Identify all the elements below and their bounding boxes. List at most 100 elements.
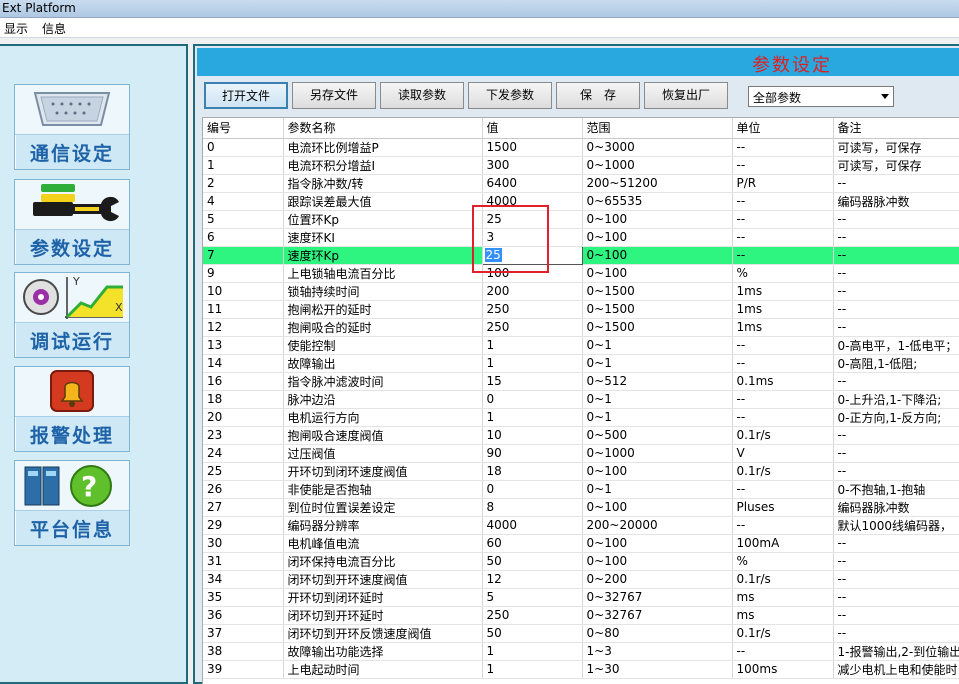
nav-platform-info[interactable]: ? 平台信息 [14,460,130,546]
cell-value[interactable]: 250 [482,318,583,337]
table-row[interactable]: 6 速度环KI 3 0~100 -- -- [203,228,959,247]
nav-param-settings[interactable]: 参数设定 [14,179,130,265]
col-header-unit[interactable]: 单位 [732,118,834,139]
col-header-value[interactable]: 值 [482,118,583,139]
cell-value[interactable]: 12 [482,570,583,589]
param-panel: 参数设定 打开文件 另存文件 读取参数 下发参数 保 存 恢复出厂 全部参数 编… [193,44,959,684]
cell-value[interactable]: 0 [482,390,583,409]
cell-value[interactable]: 90 [482,444,583,463]
cell-id: 37 [203,624,284,643]
cell-value[interactable]: 4000 [482,516,583,535]
cell-value[interactable]: 18 [482,462,583,481]
table-row[interactable]: 7 速度环Kp 25 0~100 -- -- [203,245,959,265]
table-row[interactable]: 34 闭环切到开环速度阀值 12 0~200 0.1r/s -- [203,570,959,589]
col-header-id[interactable]: 编号 [203,118,284,139]
cell-value[interactable]: 1 [482,354,583,373]
table-row[interactable]: 11 抱闸松开的延时 250 0~1500 1ms -- [203,300,959,319]
cell-note: -- [833,588,959,607]
table-row[interactable]: 39 上电起动时间 1 1~30 100ms 减少电机上电和使能时 [203,660,959,679]
cell-value[interactable]: 300 [482,156,583,175]
cell-name: 闭环切到开环反馈速度阀值 [283,624,483,643]
table-row[interactable]: 18 脉冲边沿 0 0~1 -- 0-上升沿,1-下降沿; [203,390,959,409]
cell-value[interactable]: 0 [482,480,583,499]
table-row[interactable]: 25 开环切到闭环速度阀值 18 0~100 0.1r/s -- [203,462,959,481]
cell-name: 电流环比例增益P [283,138,483,157]
read-params-button[interactable]: 读取参数 [380,82,464,109]
table-row[interactable]: 1 电流环积分增益I 300 0~1000 -- 可读写，可保存 [203,156,959,175]
cell-unit: Pluses [732,498,834,517]
table-row[interactable]: 4 跟踪误差最大值 4000 0~65535 -- 编码器脉冲数 [203,192,959,211]
table-row[interactable]: 2 指令脉冲数/转 6400 200~51200 P/R -- [203,174,959,193]
table-row[interactable]: 38 故障输出功能选择 1 1~3 -- 1-报警输出,2-到位输出 [203,642,959,661]
param-filter-select[interactable]: 全部参数 [748,86,894,107]
cell-value[interactable]: 15 [482,372,583,391]
table-row[interactable]: 16 指令脉冲滤波时间 15 0~512 0.1ms -- [203,372,959,391]
table-row[interactable]: 30 电机峰值电流 60 0~100 100mA -- [203,534,959,553]
col-header-name[interactable]: 参数名称 [283,118,483,139]
cell-value[interactable]: 10 [482,426,583,445]
cell-id: 30 [203,534,284,553]
cell-value[interactable]: 50 [482,552,583,571]
save-button[interactable]: 保 存 [556,82,640,109]
table-row[interactable]: 24 过压阀值 90 0~1000 V -- [203,444,959,463]
cell-id: 24 [203,444,284,463]
cell-value[interactable]: 1500 [482,138,583,157]
table-row[interactable]: 14 故障输出 1 0~1 -- 0-高阻,1-低阻; [203,354,959,373]
table-row[interactable]: 36 闭环切到开环延时 250 0~32767 ms -- [203,606,959,625]
cell-value[interactable]: 1 [482,660,583,679]
table-row[interactable]: 13 使能控制 1 0~1 -- 0-高电平，1-低电平； [203,336,959,355]
cell-note: 可读写，可保存 [833,156,959,175]
table-row[interactable]: 37 闭环切到开环反馈速度阀值 50 0~80 0.1r/s -- [203,624,959,643]
table-row[interactable]: 12 抱闸吸合的延时 250 0~1500 1ms -- [203,318,959,337]
menu-display[interactable]: 显示 [4,20,28,37]
cell-value[interactable]: 50 [482,624,583,643]
cell-value[interactable]: 200 [482,282,583,301]
table-row[interactable]: 31 闭环保持电流百分比 50 0~100% -- [203,552,959,571]
table-row[interactable]: 35 开环切到闭环延时 5 0~32767 ms -- [203,588,959,607]
table-row[interactable]: 29 编码器分辨率 4000 200~20000 -- 默认1000线编码器， [203,516,959,535]
nav-alarm-handling[interactable]: 报警处理 [14,366,130,452]
cell-range: 0~100 [582,498,733,517]
table-row[interactable]: 23 抱闸吸合速度阀值 10 0~500 0.1r/s -- [203,426,959,445]
table-row[interactable]: 26 非使能是否抱轴 0 0~1 -- 0-不抱轴,1-抱轴 [203,480,959,499]
table-row[interactable]: 10 锁轴持续时间 200 0~1500 1ms -- [203,282,959,301]
nav-comm-settings[interactable]: 通信设定 [14,84,130,170]
table-row[interactable]: 5 位置环Kp 25 0~100 -- -- [203,210,959,229]
col-header-range[interactable]: 范围 [582,118,733,139]
table-row[interactable]: 27 到位时位置误差设定 8 0~100 Pluses 编码器脉冲数 [203,498,959,517]
cell-value[interactable]: 5 [482,588,583,607]
cell-range: 0~100 [582,552,733,571]
nav-debug-run[interactable]: Y X 调试运行 [14,272,130,358]
svg-text:X: X [115,301,123,314]
table-row[interactable]: 20 电机运行方向 1 0~1 -- 0-正方向,1-反方向; [203,408,959,427]
cell-value[interactable]: 250 [482,300,583,319]
restore-factory-button[interactable]: 恢复出厂 [644,82,728,109]
cell-unit: V [732,444,834,463]
col-header-note[interactable]: 备注 [833,118,959,139]
cell-id: 20 [203,408,284,427]
table-row[interactable]: 0 电流环比例增益P 1500 0~3000 -- 可读写，可保存 [203,138,959,157]
cell-unit: -- [732,138,834,157]
cell-value[interactable]: 1 [482,408,583,427]
menu-info[interactable]: 信息 [42,20,66,37]
cell-value[interactable]: 60 [482,534,583,553]
cell-note: -- [833,246,959,265]
cell-value[interactable]: 250 [482,606,583,625]
cell-id: 39 [203,660,284,679]
cell-value[interactable]: 6400 [482,174,583,193]
param-table[interactable]: 编号 参数名称 值 范围 单位 备注 0 电流环比例增益P 1500 0~3000 --… [202,117,959,684]
send-params-button[interactable]: 下发参数 [468,82,552,109]
cell-name: 编码器分辨率 [283,516,483,535]
open-file-button[interactable]: 打开文件 [204,82,288,109]
cell-value[interactable]: 1 [482,336,583,355]
save-as-button[interactable]: 另存文件 [292,82,376,109]
cell-id: 31 [203,552,284,571]
cell-name: 到位时位置误差设定 [283,498,483,517]
highlight-annotation [472,205,549,273]
cell-name: 故障输出功能选择 [283,642,483,661]
cell-value[interactable]: 8 [482,498,583,517]
table-row[interactable]: 9 上电锁轴电流百分比 100 0~100% -- [203,264,959,283]
cell-name: 速度环Kp [283,246,483,265]
cell-name: 开环切到闭环速度阀值 [283,462,483,481]
cell-value[interactable]: 1 [482,642,583,661]
